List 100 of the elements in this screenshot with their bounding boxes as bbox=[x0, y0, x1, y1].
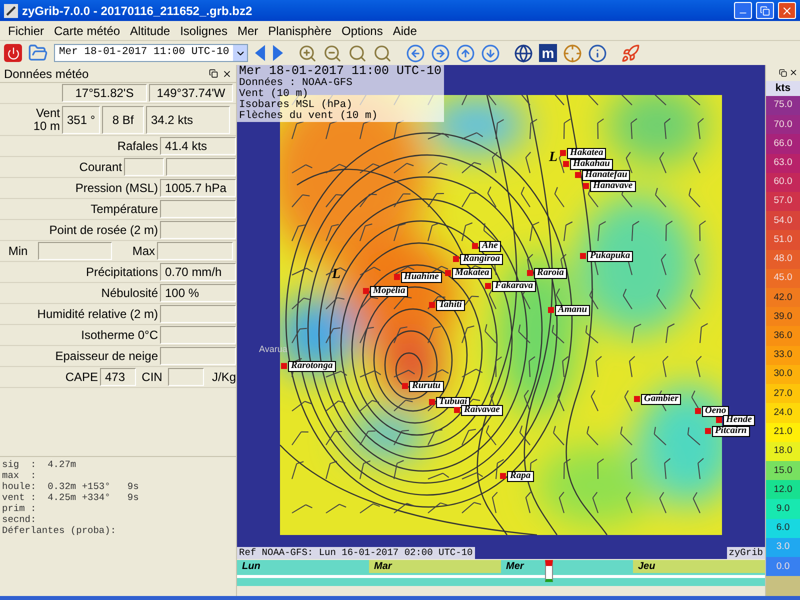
search-icon[interactable] bbox=[373, 44, 392, 62]
timeline-thumb[interactable] bbox=[544, 560, 553, 582]
zoom-in-icon[interactable] bbox=[298, 44, 317, 62]
value-field: 100 % bbox=[160, 284, 236, 302]
island-label: Hanatefau bbox=[582, 170, 630, 181]
value-field bbox=[166, 158, 236, 176]
legend-swatch: 30.0 bbox=[766, 364, 800, 384]
menu-item[interactable]: Fichier bbox=[4, 22, 48, 40]
field-label: Température bbox=[90, 201, 158, 218]
power-icon[interactable] bbox=[4, 44, 22, 62]
globe-icon[interactable] bbox=[514, 44, 533, 62]
arrow-right-icon[interactable] bbox=[431, 44, 450, 62]
folder-icon[interactable] bbox=[28, 43, 48, 63]
island-label: Rangiroa bbox=[460, 254, 503, 265]
menu-item[interactable]: Aide bbox=[388, 22, 421, 40]
field-label: Max bbox=[131, 243, 155, 260]
island-marker bbox=[580, 253, 586, 259]
island-marker bbox=[281, 363, 287, 369]
island-marker bbox=[548, 307, 554, 313]
legend-swatch: 24.0 bbox=[766, 403, 800, 423]
island-label: Hende bbox=[723, 415, 755, 426]
day-label: Mar bbox=[374, 562, 392, 572]
app-icon bbox=[4, 4, 18, 18]
menu-item[interactable]: Carte météo bbox=[50, 22, 124, 40]
island-marker bbox=[705, 428, 711, 434]
field-label: Point de rosée (2 m) bbox=[49, 222, 158, 239]
island-marker bbox=[560, 150, 566, 156]
menu-item[interactable]: Mer bbox=[233, 22, 262, 40]
timeline-track[interactable]: Lun Mar Mer Jeu bbox=[237, 560, 765, 586]
island-label: Makatea bbox=[452, 268, 492, 279]
value-field bbox=[168, 368, 204, 386]
island-label: Rurutu bbox=[409, 381, 444, 392]
low-pressure-mark: L bbox=[549, 151, 558, 165]
field-label: CIN bbox=[140, 369, 164, 386]
island-marker bbox=[472, 243, 478, 249]
arrow-left-icon[interactable] bbox=[406, 44, 425, 62]
m-button[interactable]: m bbox=[539, 44, 557, 62]
legend-unit: kts bbox=[766, 80, 800, 96]
menu-item[interactable]: Planisphère bbox=[264, 22, 336, 40]
island-marker bbox=[454, 407, 460, 413]
field-label: Isotherme 0°C bbox=[81, 327, 158, 344]
island-marker bbox=[485, 283, 491, 289]
legend-swatch: 27.0 bbox=[766, 384, 800, 404]
island-marker bbox=[453, 256, 459, 262]
island-marker bbox=[634, 396, 640, 402]
legend-swatch: 39.0 bbox=[766, 307, 800, 326]
search-icon[interactable] bbox=[348, 44, 367, 62]
arrow-down-icon[interactable] bbox=[481, 44, 500, 62]
island-label: Rarotonga bbox=[288, 361, 336, 372]
field-label: CAPE bbox=[65, 369, 98, 386]
restore-button[interactable] bbox=[756, 2, 774, 19]
zoom-out-icon[interactable] bbox=[323, 44, 342, 62]
legend-swatch: 9.0 bbox=[766, 499, 800, 519]
info-line: prim : bbox=[2, 503, 38, 514]
menu-item[interactable]: Altitude bbox=[126, 22, 174, 40]
island-marker bbox=[527, 270, 533, 276]
field-label: Epaisseur de neige bbox=[55, 348, 158, 365]
undock-icon[interactable] bbox=[779, 68, 787, 77]
close-icon[interactable] bbox=[789, 68, 798, 78]
info-line: secnd: bbox=[2, 514, 38, 525]
minimize-button[interactable] bbox=[734, 2, 752, 19]
date-select[interactable]: Mer 18-01-2017 11:00 UTC-10 bbox=[54, 44, 248, 62]
undock-icon[interactable] bbox=[209, 68, 218, 78]
value-field: 351 ° bbox=[62, 106, 100, 134]
island-label: Hakahau bbox=[570, 159, 613, 170]
island-marker bbox=[716, 417, 722, 423]
menu-item[interactable]: Isolignes bbox=[176, 22, 232, 40]
island-marker bbox=[575, 172, 581, 178]
island-label: Pukapuka bbox=[587, 251, 634, 262]
low-pressure-mark: L bbox=[332, 268, 341, 282]
close-button[interactable] bbox=[778, 2, 796, 19]
map-info-line: Isobares MSL (hPa) bbox=[239, 100, 352, 111]
island-label: Tahiti bbox=[436, 300, 465, 311]
legend-swatch: 45.0 bbox=[766, 268, 800, 288]
next-icon[interactable] bbox=[272, 44, 284, 62]
restore-icon bbox=[760, 6, 770, 16]
close-icon[interactable] bbox=[222, 68, 232, 78]
island-label: Oeno bbox=[702, 406, 730, 417]
legend-swatch: 15.0 bbox=[766, 461, 800, 480]
day-label: Lun bbox=[242, 562, 260, 572]
arrow-up-icon[interactable] bbox=[456, 44, 475, 62]
map-info-line: Données : NOAA-GFS bbox=[239, 78, 354, 89]
crosshair-icon[interactable] bbox=[563, 44, 582, 62]
rocket-icon[interactable] bbox=[621, 44, 640, 62]
value-field: 1005.7 hPa bbox=[160, 179, 236, 197]
legend-swatch: 54.0 bbox=[766, 211, 800, 230]
value-field: 17°51.82'S bbox=[62, 84, 147, 102]
island-label: Gambier bbox=[641, 394, 682, 405]
info-icon[interactable] bbox=[588, 44, 607, 62]
previous-icon[interactable] bbox=[254, 44, 266, 62]
menu-item[interactable]: Options bbox=[338, 22, 387, 40]
field-label: Nébulosité bbox=[101, 285, 158, 302]
legend-swatch: 42.0 bbox=[766, 288, 800, 308]
close-icon bbox=[781, 4, 793, 16]
island-marker bbox=[394, 274, 400, 280]
field-label: Min bbox=[7, 243, 29, 260]
field-label: Courant bbox=[79, 159, 122, 176]
island-marker bbox=[429, 302, 435, 308]
info-line: houle: 0.32m +153° 9s bbox=[2, 481, 140, 492]
legend-swatch: 21.0 bbox=[766, 422, 800, 442]
